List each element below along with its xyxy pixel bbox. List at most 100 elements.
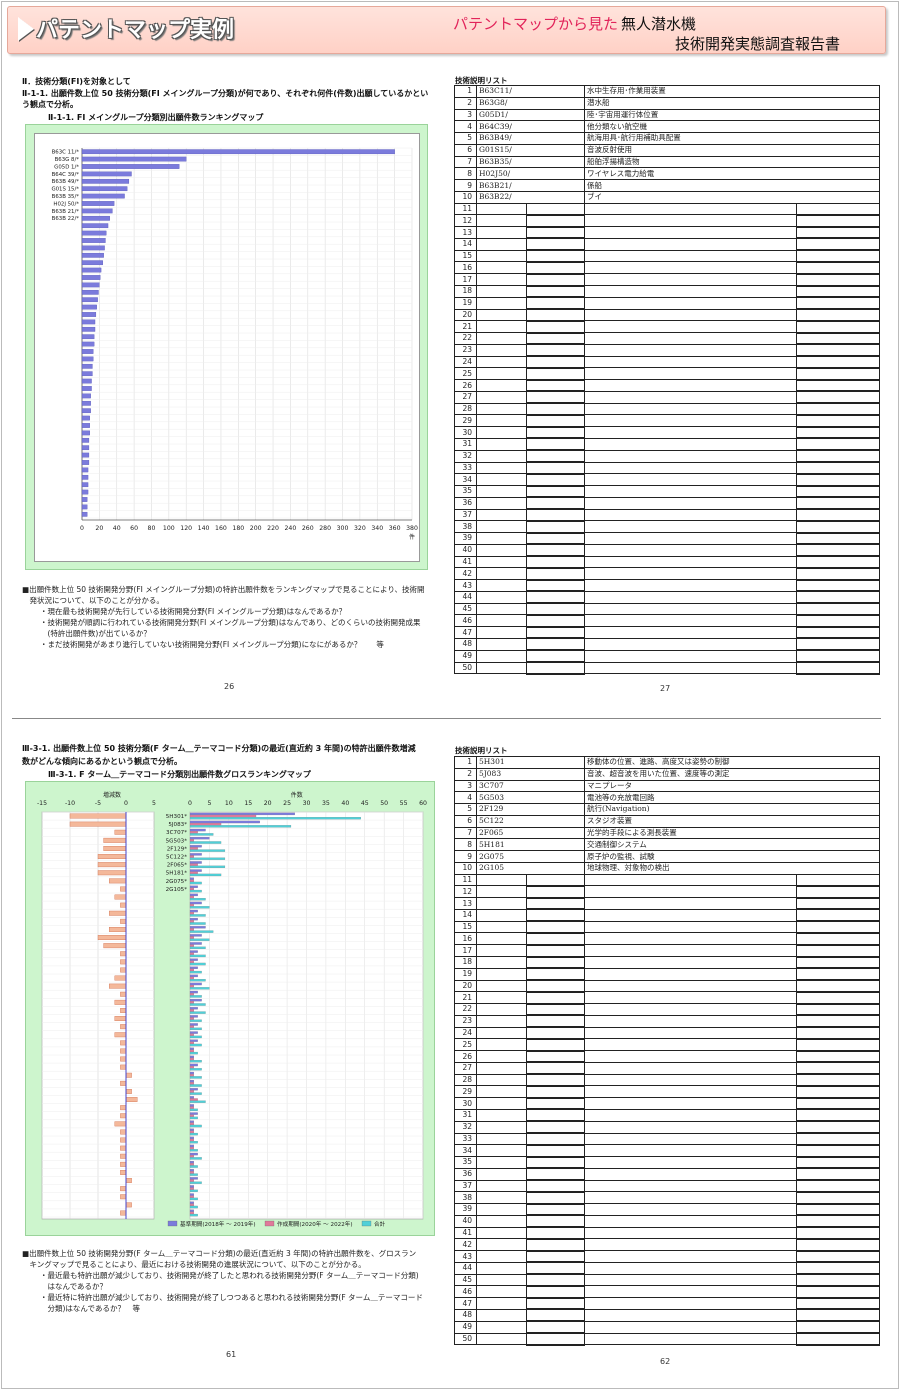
empty-cell: [796, 897, 881, 911]
diff-bar: [120, 1210, 127, 1216]
x-unit-label: 件: [409, 533, 415, 541]
count-bar: [189, 1090, 194, 1093]
count-bar: [189, 847, 198, 850]
section-heading: Ⅱ．技術分類(FI)を対象として: [22, 77, 131, 86]
empty-cell: [525, 979, 586, 993]
table-row: 8 5H181 交通制御システム: [454, 838, 881, 852]
empty-cell: [476, 520, 527, 534]
empty-cell: [525, 1156, 586, 1170]
count-bar: [189, 1027, 202, 1031]
empty-cell: [584, 320, 797, 334]
classification-code: 5H181: [475, 838, 586, 852]
empty-cell: [584, 308, 797, 322]
diff-bar: [120, 991, 127, 997]
empty-cell: [796, 944, 881, 958]
empty-cell: [476, 885, 527, 899]
classification-description: 電池等の充放電回路: [584, 791, 881, 805]
count-bar: [189, 1187, 194, 1190]
row-number: 6: [454, 814, 477, 828]
empty-cell: [476, 897, 527, 910]
table-row: 24: [454, 355, 880, 369]
empty-cell: [525, 1285, 586, 1299]
empty-cell: [476, 355, 527, 369]
count-bar: [189, 1173, 198, 1176]
empty-cell: [476, 1132, 527, 1146]
count-bar: [189, 982, 202, 986]
diff-bar: [120, 1105, 127, 1111]
empty-cell: [526, 543, 585, 558]
empty-cell: [476, 426, 527, 439]
empty-cell: [796, 226, 880, 240]
empty-cell: [525, 1167, 586, 1182]
data-bar: [81, 511, 88, 517]
row-number: 16: [454, 932, 477, 946]
empty-cell: [796, 414, 880, 428]
row-number: 38: [454, 1191, 477, 1205]
row-number: 7: [454, 826, 477, 840]
empty-cell: [526, 661, 585, 675]
table-row: 42: [454, 1238, 881, 1252]
table-row: 26: [454, 1050, 881, 1064]
empty-cell: [476, 1203, 527, 1216]
count-bar: [189, 1205, 198, 1209]
count-bar: [189, 1098, 198, 1101]
empty-cell: [796, 308, 880, 322]
count-bar: [189, 1092, 202, 1095]
empty-cell: [476, 1191, 527, 1205]
data-bar: [81, 149, 395, 155]
empty-cell: [525, 1191, 586, 1205]
empty-cell: [584, 1261, 798, 1275]
count-bar: [189, 898, 206, 901]
empty-cell: [476, 1308, 527, 1322]
empty-cell: [526, 355, 585, 369]
empty-cell: [476, 873, 527, 887]
count-bar: [189, 1141, 198, 1144]
diff-bar: [108, 878, 127, 884]
empty-cell: [525, 967, 586, 982]
data-bar: [81, 275, 101, 280]
empty-cell: [796, 1261, 881, 1276]
empty-cell: [525, 1038, 586, 1052]
table-row: 27: [454, 390, 880, 405]
empty-cell: [796, 1097, 881, 1111]
data-bar: [81, 400, 91, 406]
table-row: 37: [454, 1179, 881, 1193]
count-bar: [189, 1051, 198, 1055]
note-line: ・最近最も特許出願が減少しており、技術開発が終了したと思われる技術開発分野(F …: [40, 1271, 419, 1280]
empty-cell: [525, 1003, 586, 1017]
empty-cell: [476, 485, 527, 498]
empty-cell: [796, 343, 880, 358]
count-bar: [189, 893, 198, 897]
table-row: 5 2F129 航行(Navigation): [454, 803, 881, 816]
table-row: 49: [454, 649, 880, 663]
empty-cell: [526, 555, 585, 569]
empty-cell: [476, 285, 527, 298]
count-bar: [189, 1063, 198, 1067]
empty-cell: [796, 637, 880, 652]
empty-cell: [796, 1238, 881, 1252]
table-row: 32: [454, 1120, 881, 1134]
row-number: 35: [454, 485, 477, 498]
table-row: 47: [454, 1297, 881, 1311]
empty-cell: [584, 932, 798, 946]
count-bar: [189, 1057, 194, 1061]
empty-cell: [584, 496, 797, 510]
table-row: 30: [454, 1097, 881, 1111]
classification-code: B64C39/: [476, 120, 585, 134]
category-label: B63G 8/*: [55, 157, 80, 163]
count-bar: [189, 1201, 194, 1204]
diff-bar: [125, 1097, 138, 1102]
empty-cell: [584, 1214, 798, 1228]
empty-cell: [476, 1238, 527, 1252]
row-number: 2: [454, 767, 477, 781]
count-bar: [189, 1116, 198, 1120]
count-bar: [189, 1060, 202, 1063]
empty-cell: [476, 226, 527, 239]
empty-cell: [476, 1320, 527, 1334]
row-number: 29: [454, 1085, 477, 1099]
empty-cell: [526, 520, 585, 534]
row-number: 36: [454, 496, 477, 510]
empty-cell: [526, 296, 585, 311]
empty-cell: [584, 1097, 798, 1110]
row-number: 45: [454, 1273, 477, 1287]
